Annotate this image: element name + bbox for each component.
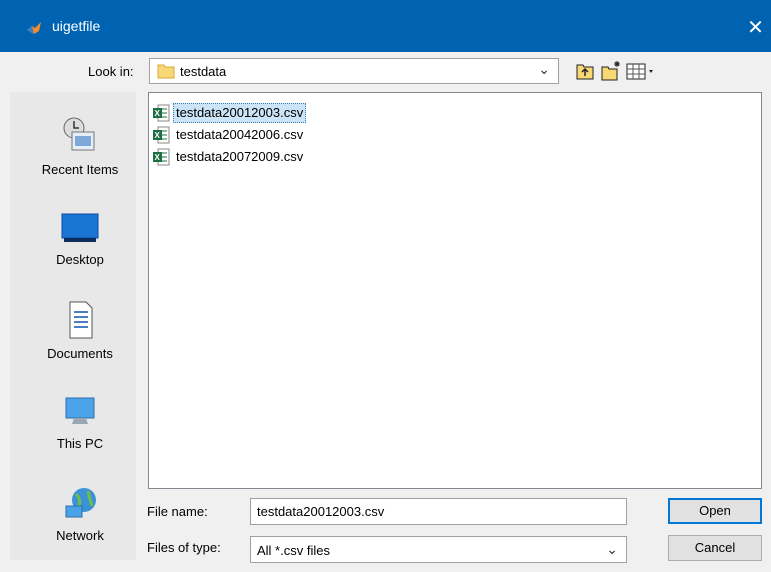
this-pc-icon: [65, 397, 95, 424]
places-bar: Recent Items Desktop Documents This PC N…: [10, 92, 136, 560]
file-name-label: File name:: [147, 504, 208, 519]
place-label: Network: [56, 528, 104, 543]
place-label: Desktop: [56, 252, 104, 267]
network-icon: [65, 488, 96, 518]
desktop-icon: [61, 213, 99, 242]
create-new-folder-icon[interactable]: [600, 60, 622, 82]
title-bar: uigetfile ✕: [0, 0, 771, 52]
place-label: This PC: [56, 436, 104, 451]
file-name-field[interactable]: [250, 498, 627, 525]
chevron-down-icon[interactable]: ⌄: [606, 541, 618, 558]
matlab-icon: [27, 22, 41, 34]
look-in-dropdown[interactable]: testdata ⌄: [149, 58, 559, 84]
file-type-dropdown[interactable]: All *.csv files ⌄: [250, 536, 627, 563]
view-menu-icon[interactable]: [625, 60, 665, 82]
excel-csv-icon: X: [153, 148, 170, 166]
look-in-value: testdata: [180, 64, 227, 79]
excel-csv-icon: X: [153, 126, 170, 144]
place-documents[interactable]: Documents: [10, 300, 150, 361]
documents-icon: [69, 301, 93, 339]
close-icon[interactable]: ✕: [740, 10, 771, 46]
file-name: testdata20042006.csv: [176, 127, 304, 142]
place-network[interactable]: Network: [10, 486, 150, 543]
excel-csv-icon: X: [153, 104, 170, 122]
svg-text:X: X: [155, 109, 161, 118]
file-type-value: All *.csv files: [257, 543, 330, 558]
file-type-label: Files of type:: [147, 540, 221, 555]
file-list[interactable]: X testdata20012003.csv X testdata2004200…: [148, 92, 762, 489]
place-label: Documents: [47, 346, 113, 361]
look-in-label: Look in:: [88, 64, 134, 79]
chevron-down-icon[interactable]: ⌄: [538, 61, 550, 78]
open-button[interactable]: Open: [668, 498, 762, 524]
cancel-button[interactable]: Cancel: [668, 535, 762, 561]
place-recent-items[interactable]: Recent Items: [10, 116, 150, 177]
svg-text:X: X: [155, 153, 161, 162]
file-name: testdata20072009.csv: [176, 149, 304, 164]
place-label: Recent Items: [41, 162, 119, 177]
folder-icon: [157, 64, 175, 79]
place-desktop[interactable]: Desktop: [10, 210, 150, 267]
recent-items-icon: [63, 117, 95, 151]
svg-text:X: X: [155, 131, 161, 140]
file-name: testdata20012003.csv: [173, 103, 307, 123]
up-one-level-icon[interactable]: [575, 60, 595, 82]
place-this-pc[interactable]: This PC: [10, 394, 150, 451]
window-title: uigetfile: [52, 18, 101, 34]
